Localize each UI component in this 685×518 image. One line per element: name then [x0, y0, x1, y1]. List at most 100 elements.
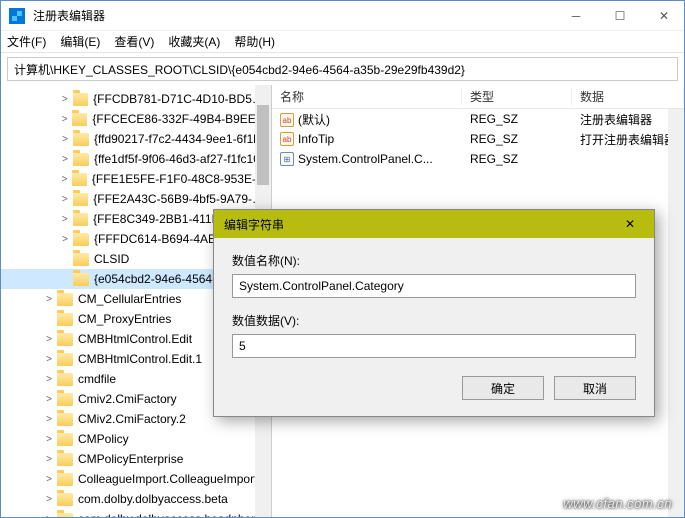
- list-row[interactable]: ab(默认)REG_SZ注册表编辑器: [272, 109, 684, 129]
- window-controls: ─ ☐ ✕: [564, 6, 676, 26]
- tree-item-label: {e054cbd2-94e6-4564-a: [94, 272, 223, 286]
- folder-icon: [57, 293, 73, 306]
- expand-icon[interactable]: >: [43, 474, 55, 485]
- tree-item-label: CMiv2.CmiFactory.2: [78, 412, 186, 426]
- expand-icon[interactable]: >: [59, 194, 71, 205]
- reg-string-icon: ab: [280, 132, 294, 146]
- expand-icon[interactable]: >: [59, 214, 71, 225]
- maximize-button[interactable]: ☐: [608, 6, 632, 26]
- tree-item[interactable]: >CMPolicy: [1, 429, 271, 449]
- menu-file[interactable]: 文件(F): [7, 33, 46, 50]
- expand-icon[interactable]: >: [43, 494, 55, 505]
- value-name-input[interactable]: [232, 274, 636, 298]
- address-bar[interactable]: 计算机\HKEY_CLASSES_ROOT\CLSID\{e054cbd2-94…: [7, 57, 678, 81]
- list-row[interactable]: ⊞System.ControlPanel.C...REG_SZ: [272, 149, 684, 169]
- expand-icon[interactable]: >: [43, 414, 55, 425]
- reg-string-icon: ab: [280, 113, 294, 127]
- edit-string-dialog: 编辑字符串 ✕ 数值名称(N): 数值数据(V): 确定 取消: [213, 209, 655, 417]
- col-data[interactable]: 数据: [572, 88, 684, 105]
- list-header: 名称 类型 数据: [272, 85, 684, 109]
- minimize-button[interactable]: ─: [564, 6, 588, 26]
- menu-help[interactable]: 帮助(H): [234, 33, 275, 50]
- tree-item[interactable]: > {FFE2A43C-56B9-4bf5-9A79-CC6: [1, 189, 271, 209]
- tree-item-label: {ffd90217-f7c2-4434-9ee1-6f1b5: [94, 132, 267, 146]
- value-data-input[interactable]: [232, 334, 636, 358]
- address-text: 计算机\HKEY_CLASSES_ROOT\CLSID\{e054cbd2-94…: [14, 61, 465, 78]
- tree-item-label: CMPolicyEnterprise: [78, 452, 183, 466]
- dialog-body: 数值名称(N): 数值数据(V): 确定 取消: [214, 238, 654, 416]
- menu-favorites[interactable]: 收藏夹(A): [168, 33, 220, 50]
- tree-item-label: CMBHtmlControl.Edit.1: [78, 352, 202, 366]
- tree-item-label: com.dolby.dolbyaccess.headphone: [78, 512, 265, 517]
- expand-icon[interactable]: >: [43, 454, 55, 465]
- folder-icon: [73, 233, 89, 246]
- dialog-buttons: 确定 取消: [232, 376, 636, 400]
- col-type[interactable]: 类型: [462, 88, 572, 105]
- tree-item[interactable]: > {ffd90217-f7c2-4434-9ee1-6f1b5: [1, 129, 271, 149]
- expand-icon[interactable]: >: [43, 354, 55, 365]
- tree-item[interactable]: > {FFE1E5FE-F1F0-48C8-953E-72BA: [1, 169, 271, 189]
- col-name[interactable]: 名称: [272, 88, 462, 105]
- tree-item-label: {FFCDB781-D71C-4D10-BD5F-04: [93, 92, 271, 106]
- expand-icon[interactable]: >: [43, 374, 55, 385]
- tree-item-label: CLSID: [94, 252, 129, 266]
- cancel-button[interactable]: 取消: [554, 376, 636, 400]
- folder-icon: [57, 353, 73, 366]
- expand-icon[interactable]: >: [43, 294, 55, 305]
- expand-icon[interactable]: >: [59, 234, 71, 245]
- folder-icon: [73, 133, 89, 146]
- tree-item-label: {FFE2A43C-56B9-4bf5-9A79-CC6: [93, 192, 271, 206]
- folder-icon: [72, 173, 87, 186]
- tree-item[interactable]: >ColleagueImport.ColleagueImporta: [1, 469, 271, 489]
- folder-icon: [57, 433, 73, 446]
- tree-item[interactable]: > com.dolby.dolbyaccess.headphone: [1, 509, 271, 517]
- folder-icon: [73, 153, 89, 166]
- tree-item-label: {FFCECE86-332F-49B4-B9EE-7FE: [92, 112, 271, 126]
- window-title: 注册表编辑器: [33, 7, 564, 24]
- expand-icon[interactable]: >: [59, 174, 70, 185]
- tree-item-label: {ffe1df5f-9f06-46d3-af27-f1fc10: [94, 152, 260, 166]
- app-icon: [9, 8, 25, 24]
- dialog-title-text: 编辑字符串: [224, 216, 616, 233]
- menu-edit[interactable]: 编辑(E): [60, 33, 100, 50]
- cell-data: 打开注册表编辑器: [572, 131, 684, 148]
- folder-icon: [73, 273, 89, 286]
- tree-item[interactable]: > {FFCDB781-D71C-4D10-BD5F-04: [1, 89, 271, 109]
- tree-item-label: {FFE1E5FE-F1F0-48C8-953E-72BA: [92, 172, 271, 186]
- close-button[interactable]: ✕: [652, 6, 676, 26]
- tree-item[interactable]: > {ffe1df5f-9f06-46d3-af27-f1fc10: [1, 149, 271, 169]
- expand-icon[interactable]: >: [59, 94, 71, 105]
- folder-icon: [72, 113, 87, 126]
- folder-icon: [57, 513, 73, 518]
- expand-icon[interactable]: >: [59, 134, 71, 145]
- cell-name: abInfoTip: [272, 132, 462, 147]
- tree-item[interactable]: >com.dolby.dolbyaccess.beta: [1, 489, 271, 509]
- cell-type: REG_SZ: [462, 152, 572, 166]
- list-row[interactable]: abInfoTipREG_SZ打开注册表编辑器: [272, 129, 684, 149]
- ok-button[interactable]: 确定: [462, 376, 544, 400]
- expand-icon[interactable]: >: [43, 434, 55, 445]
- folder-icon: [57, 333, 73, 346]
- expand-icon[interactable]: >: [59, 154, 71, 165]
- tree-item-label: Cmiv2.CmiFactory: [78, 392, 177, 406]
- title-bar: 注册表编辑器 ─ ☐ ✕: [1, 1, 684, 31]
- dialog-close-button[interactable]: ✕: [616, 214, 644, 234]
- folder-icon: [73, 193, 89, 206]
- reg-sys-icon: ⊞: [280, 152, 294, 166]
- expand-icon[interactable]: >: [59, 114, 70, 125]
- tree-item[interactable]: > CMPolicyEnterprise: [1, 449, 271, 469]
- expand-icon[interactable]: >: [43, 334, 55, 345]
- dialog-titlebar[interactable]: 编辑字符串 ✕: [214, 210, 654, 238]
- folder-icon: [57, 393, 73, 406]
- tree-item-label: CM_ProxyEntries: [78, 312, 171, 326]
- menu-view[interactable]: 查看(V): [114, 33, 154, 50]
- watermark: www.cfan.com.cn: [563, 496, 672, 511]
- expand-icon[interactable]: >: [43, 514, 55, 518]
- tree-scroll-thumb[interactable]: [257, 105, 269, 185]
- folder-icon: [57, 373, 73, 386]
- tree-item[interactable]: > {FFCECE86-332F-49B4-B9EE-7FE: [1, 109, 271, 129]
- folder-icon: [57, 313, 73, 326]
- list-body: ab(默认)REG_SZ注册表编辑器abInfoTipREG_SZ打开注册表编辑…: [272, 109, 684, 169]
- expand-icon[interactable]: >: [43, 394, 55, 405]
- value-name-label: 数值名称(N):: [232, 252, 636, 269]
